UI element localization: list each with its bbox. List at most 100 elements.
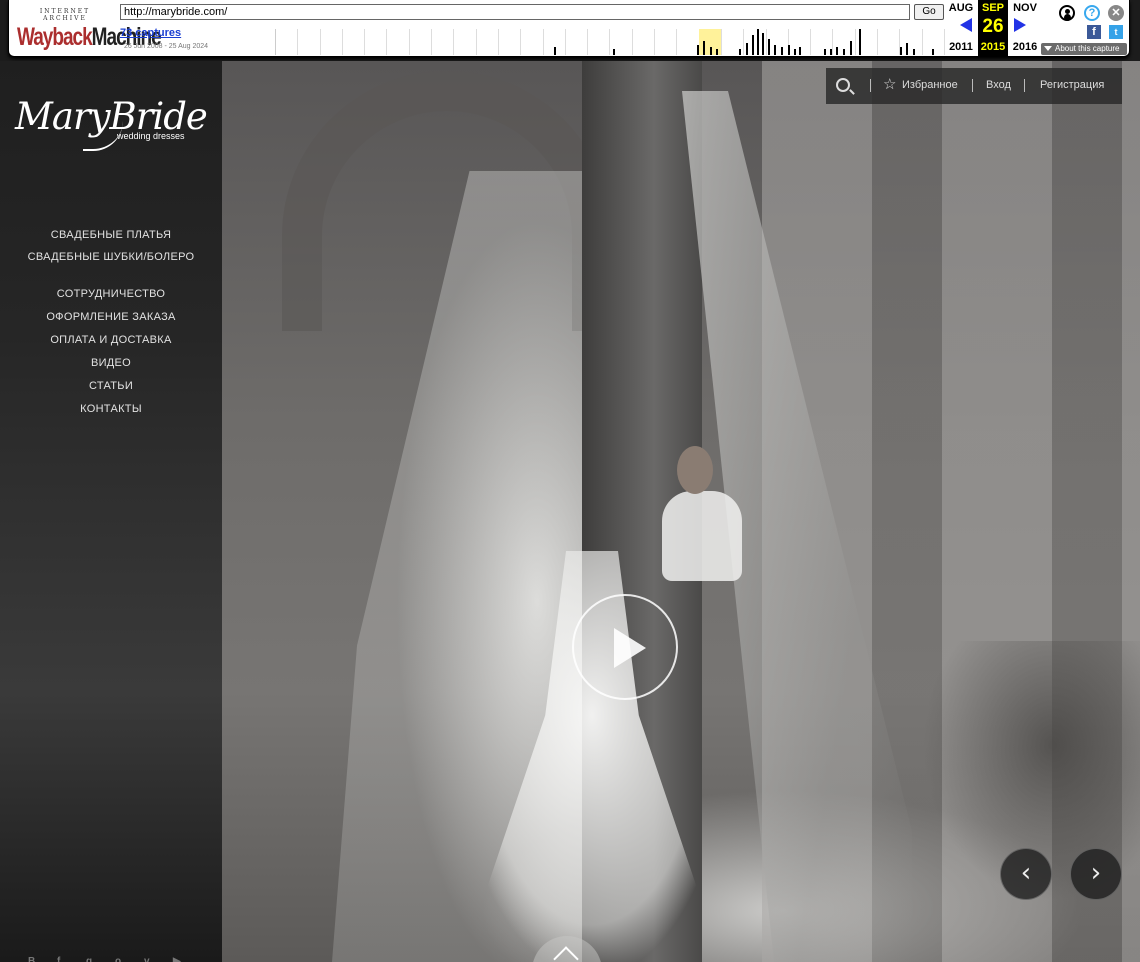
wayback-help-icon[interactable]: ? — [1084, 5, 1100, 21]
hero-bodice — [662, 491, 742, 581]
star-icon[interactable]: ☆ — [883, 77, 896, 92]
sparkline-year-column[interactable] — [588, 29, 611, 55]
sparkline-capture-tick — [830, 49, 832, 55]
sparkline-capture-tick — [799, 47, 801, 55]
wayback-prev-arrow-icon[interactable] — [960, 18, 972, 32]
sparkline-year-column[interactable] — [900, 29, 923, 55]
wayback-logo-wordmark: WaybackMachine — [17, 24, 162, 53]
sparkline-year-column[interactable] — [276, 29, 299, 55]
site-logo[interactable]: MaryBride wedding dresses — [15, 95, 208, 155]
sparkline-year-column[interactable] — [655, 29, 678, 55]
wayback-facebook-icon[interactable]: f — [1087, 25, 1101, 39]
nav-group-info: СОТРУДНИЧЕСТВО ОФОРМЛЕНИЕ ЗАКАЗА ОПЛАТА … — [0, 283, 222, 421]
wayback-captures-link[interactable]: 73 captures — [120, 27, 181, 39]
nav-divider — [0, 268, 222, 283]
nav-item-articles[interactable]: СТАТЬИ — [0, 375, 222, 398]
sparkline-capture-tick — [710, 47, 712, 55]
wayback-next-month[interactable]: NOV — [1010, 2, 1040, 14]
sparkline-capture-tick — [781, 47, 783, 55]
login-link[interactable]: Вход — [986, 79, 1011, 91]
sparkline-capture-tick — [757, 29, 759, 55]
sparkline-year-column[interactable] — [499, 29, 522, 55]
nav-item-video[interactable]: ВИДЕО — [0, 352, 222, 375]
search-icon[interactable] — [836, 78, 850, 92]
sparkline-year-column[interactable] — [477, 29, 499, 55]
wayback-user-icon[interactable] — [1059, 5, 1075, 21]
wayback-about-label: About this capture — [1055, 44, 1120, 53]
nav-item-ordering[interactable]: ОФОРМЛЕНИЕ ЗАКАЗА — [0, 306, 222, 329]
sparkline-capture-tick — [788, 45, 790, 55]
wayback-prev-year[interactable]: 2011 — [946, 41, 976, 53]
wayback-logo[interactable]: INTERNET ARCHIVE WaybackMachine — [17, 8, 162, 51]
sparkline-capture-tick — [752, 35, 754, 55]
blog-icon[interactable]: B — [28, 956, 40, 962]
sparkline-capture-tick — [768, 39, 770, 55]
nav-item-wedding-coats[interactable]: СВАДЕБНЫЕ ШУБКИ/БОЛЕРО — [0, 247, 222, 269]
wayback-date-range: 26 Jun 2008 - 25 Aug 2024 — [124, 43, 209, 50]
sparkline-capture-tick — [913, 49, 915, 55]
wayback-panel: INTERNET ARCHIVE WaybackMachine Go 73 ca… — [8, 0, 1130, 57]
sparkline-year-column[interactable] — [343, 29, 366, 55]
sparkline-capture-tick — [739, 49, 741, 55]
sparkline-year-column[interactable] — [521, 29, 544, 55]
sparkline-year-column[interactable] — [432, 29, 455, 55]
wayback-toolbar: INTERNET ARCHIVE WaybackMachine Go 73 ca… — [0, 0, 1140, 61]
user-topbar: ☆ Избранное Вход Регистрация — [826, 68, 1122, 104]
sparkline-capture-tick — [554, 47, 556, 55]
odnoklassniki-icon[interactable]: o — [115, 956, 127, 962]
nav-item-payment-delivery[interactable]: ОПЛАТА И ДОСТАВКА — [0, 329, 222, 352]
flag-icon[interactable]: ▶ — [173, 956, 185, 962]
wayback-go-button[interactable]: Go — [914, 4, 944, 20]
wayback-prev-month[interactable]: AUG — [946, 2, 976, 14]
wayback-close-icon[interactable]: ✕ — [1108, 5, 1124, 21]
facebook-icon[interactable]: f — [57, 956, 69, 962]
nav-item-wedding-dresses[interactable]: СВАДЕБНЫЕ ПЛАТЬЯ — [0, 225, 222, 247]
google-plus-icon[interactable]: g — [86, 956, 98, 962]
sparkline-year-column[interactable] — [633, 29, 656, 55]
wayback-sparkline[interactable] — [275, 29, 945, 55]
sparkline-year-column[interactable] — [321, 29, 343, 55]
wayback-cur-month: SEP — [981, 2, 1004, 14]
sparkline-year-column[interactable] — [365, 29, 388, 55]
nav-item-contacts[interactable]: КОНТАКТЫ — [0, 398, 222, 421]
wayback-next-arrow-icon[interactable] — [1014, 18, 1026, 32]
sparkline-capture-tick — [697, 45, 699, 55]
sparkline-year-column[interactable] — [566, 29, 589, 55]
sparkline-capture-tick — [762, 33, 764, 55]
social-links: Bf g o v ▶ — [28, 951, 202, 962]
favorites-link[interactable]: Избранное — [902, 79, 958, 91]
topbar-divider — [1024, 79, 1025, 92]
wayback-cur-day: 26 — [982, 16, 1004, 37]
sparkline-capture-tick — [746, 43, 748, 55]
slide-prev-button[interactable]: ‹ — [1000, 848, 1052, 900]
sparkline-year-column[interactable] — [298, 29, 321, 55]
hero-model-head — [677, 446, 713, 494]
wayback-about-capture-button[interactable]: About this capture — [1041, 43, 1127, 55]
sparkline-year-column[interactable] — [454, 29, 477, 55]
sparkline-year-column[interactable] — [388, 29, 410, 55]
sidebar: MaryBride wedding dresses СВАДЕБНЫЕ ПЛАТ… — [0, 61, 222, 962]
register-link[interactable]: Регистрация — [1040, 79, 1104, 91]
vk-icon[interactable]: v — [144, 956, 156, 962]
main-nav: СВАДЕБНЫЕ ПЛАТЬЯ СВАДЕБНЫЕ ШУБКИ/БОЛЕРО … — [0, 225, 222, 421]
sparkline-year-column[interactable] — [410, 29, 433, 55]
wayback-url-input[interactable] — [120, 4, 910, 20]
sparkline-capture-tick — [932, 49, 934, 55]
sparkline-capture-tick — [794, 49, 796, 55]
sparkline-year-column[interactable] — [878, 29, 901, 55]
wayback-twitter-icon[interactable]: t — [1109, 25, 1123, 39]
wayback-current-date: SEP 26 2015 — [978, 0, 1008, 56]
wayback-next-year[interactable]: 2016 — [1010, 41, 1040, 53]
sparkline-capture-tick — [774, 45, 776, 55]
slide-next-button[interactable]: › — [1070, 848, 1122, 900]
hero-slide: ☆ Избранное Вход Регистрация ‹ › — [222, 61, 1140, 962]
wayback-logo-top: INTERNET ARCHIVE — [39, 8, 91, 22]
wayback-logo-wm1: Wayback — [17, 24, 93, 52]
sparkline-capture-tick — [703, 41, 705, 55]
sparkline-capture-tick — [843, 49, 845, 55]
sparkline-capture-tick — [859, 29, 861, 55]
sparkline-capture-tick — [850, 41, 852, 55]
play-video-button[interactable] — [572, 594, 678, 700]
topbar-divider — [972, 79, 973, 92]
nav-item-cooperation[interactable]: СОТРУДНИЧЕСТВО — [0, 283, 222, 306]
